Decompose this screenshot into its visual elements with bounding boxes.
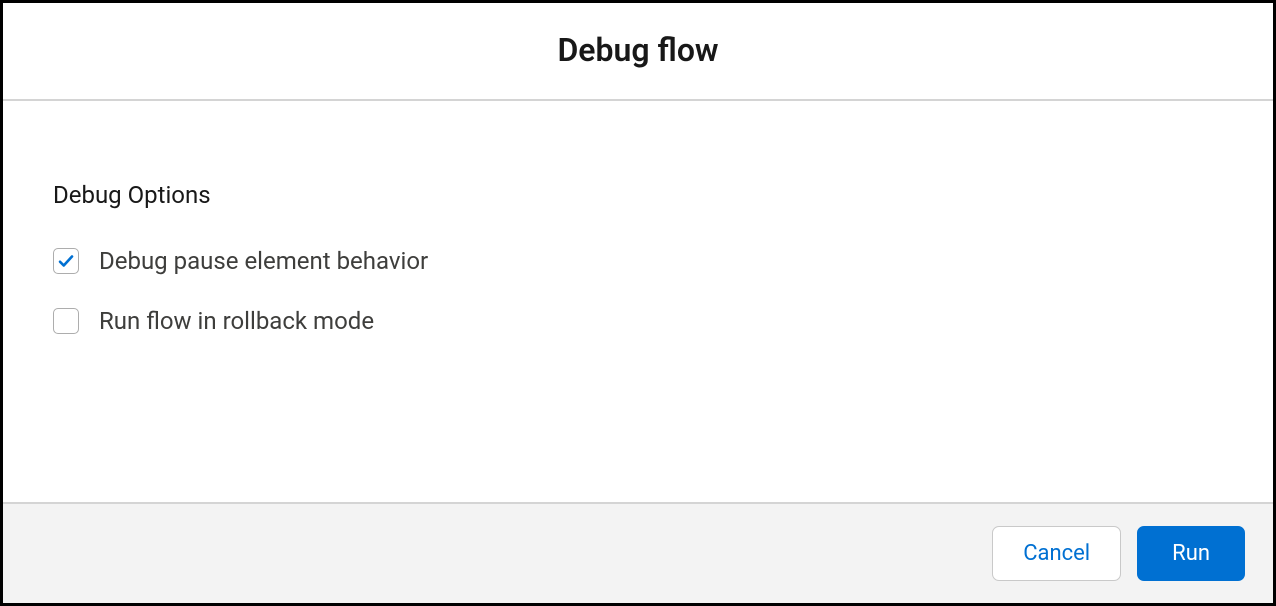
modal-header: Debug flow: [3, 3, 1273, 101]
checkbox-rollback-mode[interactable]: [53, 308, 79, 334]
option-label-debug-pause[interactable]: Debug pause element behavior: [99, 247, 428, 275]
cancel-button[interactable]: Cancel: [992, 526, 1121, 581]
option-debug-pause: Debug pause element behavior: [53, 247, 1223, 275]
section-title: Debug Options: [53, 181, 1223, 209]
modal-title: Debug flow: [23, 31, 1253, 69]
check-icon: [57, 252, 75, 270]
option-rollback-mode: Run flow in rollback mode: [53, 307, 1223, 335]
run-button[interactable]: Run: [1137, 526, 1245, 581]
option-label-rollback-mode[interactable]: Run flow in rollback mode: [99, 307, 374, 335]
checkbox-debug-pause[interactable]: [53, 248, 79, 274]
modal-content: Debug Options Debug pause element behavi…: [3, 101, 1273, 502]
modal-footer: Cancel Run: [3, 502, 1273, 603]
